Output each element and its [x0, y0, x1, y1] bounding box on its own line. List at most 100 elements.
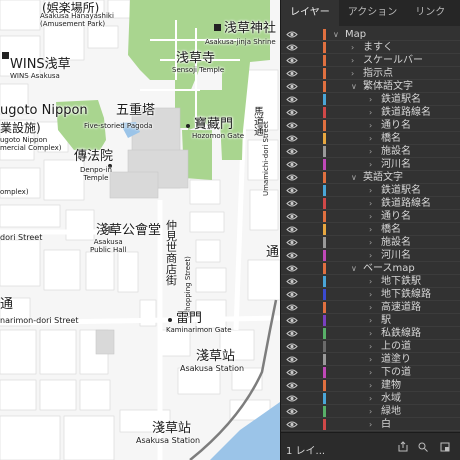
chevron-right-icon[interactable]: › — [369, 249, 372, 262]
eye-visibility-icon[interactable] — [286, 303, 298, 312]
layer-row[interactable]: › 建物 — [281, 379, 460, 392]
chevron-down-icon[interactable]: ∨ — [333, 28, 339, 41]
chevron-right-icon[interactable]: › — [369, 93, 372, 106]
eye-visibility-icon[interactable] — [286, 147, 298, 156]
chevron-right-icon[interactable]: › — [369, 340, 372, 353]
eye-visibility-icon[interactable] — [286, 173, 298, 182]
eye-visibility-icon[interactable] — [286, 212, 298, 221]
eye-visibility-icon[interactable] — [286, 394, 298, 403]
layer-row[interactable]: › 鉄道路線名 — [281, 106, 460, 119]
layer-row[interactable]: › 指示点 — [281, 67, 460, 80]
chevron-right-icon[interactable]: › — [369, 275, 372, 288]
eye-visibility-icon[interactable] — [286, 329, 298, 338]
chevron-right-icon[interactable]: › — [369, 145, 372, 158]
chevron-right-icon[interactable]: › — [369, 301, 372, 314]
eye-visibility-icon[interactable] — [286, 121, 298, 130]
layer-row[interactable]: › 下の道 — [281, 366, 460, 379]
layer-row[interactable]: › 地下鉄線路 — [281, 288, 460, 301]
chevron-right-icon[interactable]: › — [351, 54, 354, 67]
layer-row[interactable]: › 施設名 — [281, 145, 460, 158]
eye-visibility-icon[interactable] — [286, 160, 298, 169]
chevron-right-icon[interactable]: › — [369, 418, 372, 431]
eye-visibility-icon[interactable] — [286, 82, 298, 91]
eye-visibility-icon[interactable] — [286, 251, 298, 260]
chevron-right-icon[interactable]: › — [369, 119, 372, 132]
eye-visibility-icon[interactable] — [286, 69, 298, 78]
layer-row[interactable]: ∨ ベースmap — [281, 262, 460, 275]
layer-row[interactable]: › 橋名 — [281, 132, 460, 145]
chevron-right-icon[interactable]: › — [369, 184, 372, 197]
eye-visibility-icon[interactable] — [286, 368, 298, 377]
eye-visibility-icon[interactable] — [286, 225, 298, 234]
layer-row[interactable]: › 道塗り — [281, 353, 460, 366]
chevron-right-icon[interactable]: › — [369, 366, 372, 379]
layer-row[interactable]: › 上の道 — [281, 340, 460, 353]
layer-row[interactable]: › 駅 — [281, 314, 460, 327]
eye-visibility-icon[interactable] — [286, 381, 298, 390]
chevron-right-icon[interactable]: › — [369, 106, 372, 119]
layer-row[interactable]: › 私鉄線路 — [281, 327, 460, 340]
chevron-right-icon[interactable]: › — [351, 67, 354, 80]
chevron-right-icon[interactable]: › — [369, 236, 372, 249]
eye-visibility-icon[interactable] — [286, 186, 298, 195]
tab-links[interactable]: リンク — [406, 0, 454, 26]
eye-visibility-icon[interactable] — [286, 43, 298, 52]
eye-visibility-icon[interactable] — [286, 290, 298, 299]
layer-row[interactable]: › 河川名 — [281, 158, 460, 171]
eye-visibility-icon[interactable] — [286, 277, 298, 286]
chevron-right-icon[interactable]: › — [369, 379, 372, 392]
eye-visibility-icon[interactable] — [286, 355, 298, 364]
chevron-right-icon[interactable]: › — [369, 288, 372, 301]
eye-visibility-icon[interactable] — [286, 95, 298, 104]
chevron-right-icon[interactable]: › — [369, 132, 372, 145]
chevron-down-icon[interactable]: ∨ — [351, 262, 357, 275]
export-icon[interactable] — [397, 441, 409, 453]
chevron-down-icon[interactable]: ∨ — [351, 80, 357, 93]
chevron-right-icon[interactable]: › — [369, 210, 372, 223]
layer-row[interactable]: › 地下鉄駅 — [281, 275, 460, 288]
chevron-right-icon[interactable]: › — [369, 158, 372, 171]
map-canvas[interactable]: (娯楽場所) Asakusa Hanayashiki (Amusement Pa… — [0, 0, 280, 460]
eye-visibility-icon[interactable] — [286, 108, 298, 117]
eye-visibility-icon[interactable] — [286, 316, 298, 325]
layer-row[interactable]: › 河川名 — [281, 249, 460, 262]
tab-layers[interactable]: レイヤー — [281, 0, 339, 26]
eye-visibility-icon[interactable] — [286, 30, 298, 39]
tab-actions[interactable]: アクション — [339, 0, 407, 26]
chevron-right-icon[interactable]: › — [351, 41, 354, 54]
eye-visibility-icon[interactable] — [286, 56, 298, 65]
layer-row[interactable]: › 通り名 — [281, 210, 460, 223]
layer-row[interactable]: › 白 — [281, 418, 460, 431]
eye-visibility-icon[interactable] — [286, 407, 298, 416]
layer-row[interactable]: › 施設名 — [281, 236, 460, 249]
chevron-right-icon[interactable]: › — [369, 197, 372, 210]
chevron-right-icon[interactable]: › — [369, 353, 372, 366]
layer-row[interactable]: ∨ Map — [281, 28, 460, 41]
chevron-right-icon[interactable]: › — [369, 223, 372, 236]
layer-row[interactable]: ∨ 英語文字 — [281, 171, 460, 184]
layer-row[interactable]: › スケールバー — [281, 54, 460, 67]
layer-row[interactable]: › 緑地 — [281, 405, 460, 418]
layer-row[interactable]: › 鉄道駅名 — [281, 93, 460, 106]
chevron-right-icon[interactable]: › — [369, 327, 372, 340]
layer-row[interactable]: › 橋名 — [281, 223, 460, 236]
layer-row[interactable]: › 通り名 — [281, 119, 460, 132]
layer-row[interactable]: › 鉄道駅名 — [281, 184, 460, 197]
search-icon[interactable] — [417, 441, 429, 453]
chevron-right-icon[interactable]: › — [369, 314, 372, 327]
layer-row[interactable]: › 鉄道路線名 — [281, 197, 460, 210]
eye-visibility-icon[interactable] — [286, 420, 298, 429]
chevron-down-icon[interactable]: ∨ — [351, 171, 357, 184]
chevron-right-icon[interactable]: › — [369, 405, 372, 418]
layer-row[interactable]: ∨ 繁体語文字 — [281, 80, 460, 93]
layer-row[interactable]: › 高速道路 — [281, 301, 460, 314]
eye-visibility-icon[interactable] — [286, 134, 298, 143]
layer-row[interactable]: › ますく — [281, 41, 460, 54]
eye-visibility-icon[interactable] — [286, 342, 298, 351]
chevron-right-icon[interactable]: › — [369, 392, 372, 405]
eye-visibility-icon[interactable] — [286, 199, 298, 208]
eye-visibility-icon[interactable] — [286, 264, 298, 273]
new-layer-icon[interactable] — [439, 441, 451, 453]
eye-visibility-icon[interactable] — [286, 238, 298, 247]
layer-row[interactable]: › 水域 — [281, 392, 460, 405]
